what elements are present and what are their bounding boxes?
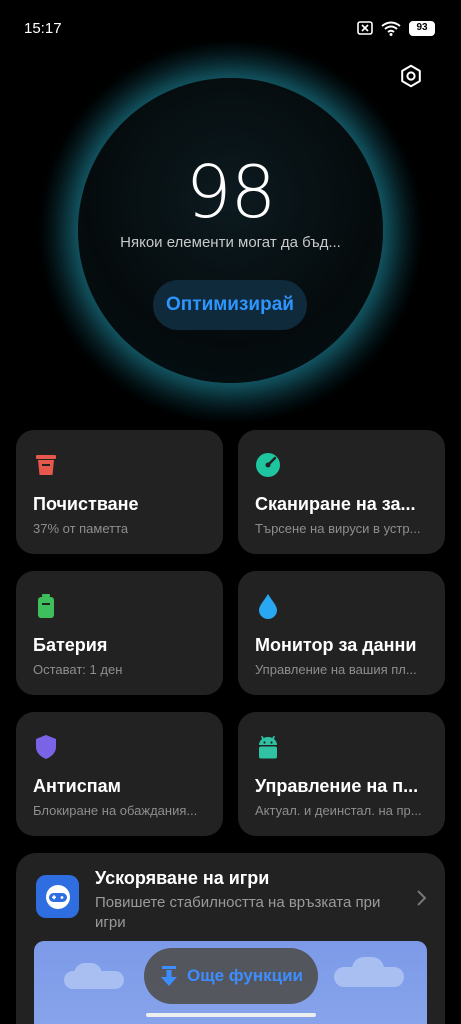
card-subtitle: Актуал. и деинстал. на пр... [255, 803, 422, 818]
card-title: Управление на п... [255, 776, 419, 796]
status-icons: 93 [357, 20, 435, 36]
home-indicator[interactable] [146, 1013, 316, 1017]
card-subtitle: 37% от паметта [33, 521, 129, 536]
card-subtitle: Блокиране на обаждания... [33, 803, 198, 818]
battery-indicator: 93 [409, 20, 435, 36]
card-subtitle: Търсене на вируси в устр... [255, 521, 421, 536]
download-arrow-icon [161, 966, 177, 986]
shield-icon [36, 735, 56, 759]
security-score: 98 [185, 150, 277, 234]
card-app-manager[interactable]: Управление на п... Актуал. и деинстал. н… [238, 712, 445, 836]
wifi-icon [381, 21, 401, 36]
gamepad-icon [36, 875, 79, 918]
card-subtitle: Управление на вашия пл... [255, 662, 417, 677]
scan-icon [256, 453, 280, 477]
card-cleanup[interactable]: Почистване 37% от паметта [16, 430, 223, 554]
more-features-button[interactable]: Още функции [144, 948, 318, 1004]
gear-icon[interactable] [399, 64, 423, 88]
trash-icon [36, 455, 56, 475]
sim-off-icon [357, 21, 373, 35]
android-icon [259, 736, 277, 759]
score-subtitle: Някои елементи могат да бъд... [120, 234, 341, 251]
card-battery[interactable]: Батерия Остават: 1 ден [16, 571, 223, 695]
card-title: Сканиране на за... [255, 494, 416, 514]
chevron-right-icon [417, 890, 427, 906]
card-subtitle: Остават: 1 ден [33, 662, 123, 677]
status-time: 15:17 [24, 19, 62, 37]
optimize-button[interactable]: Оптимизирай [153, 280, 307, 330]
game-booster-subtitle: Повишете стабилността на връзката при иг… [95, 894, 381, 931]
card-virus-scan[interactable]: Сканиране на за... Търсене на вируси в у… [238, 430, 445, 554]
card-antispam[interactable]: Антиспам Блокиране на обаждания... [16, 712, 223, 836]
card-data-monitor[interactable]: Монитор за данни Управление на вашия пл.… [238, 571, 445, 695]
drop-icon [259, 594, 277, 619]
card-title: Почистване [33, 494, 139, 514]
card-title: Антиспам [33, 776, 121, 796]
battery-icon [38, 594, 54, 618]
card-title: Батерия [33, 635, 108, 655]
more-features-label: Още функции [187, 966, 303, 985]
game-booster-title: Ускоряване на игри [95, 868, 270, 888]
card-title: Монитор за данни [255, 635, 417, 655]
